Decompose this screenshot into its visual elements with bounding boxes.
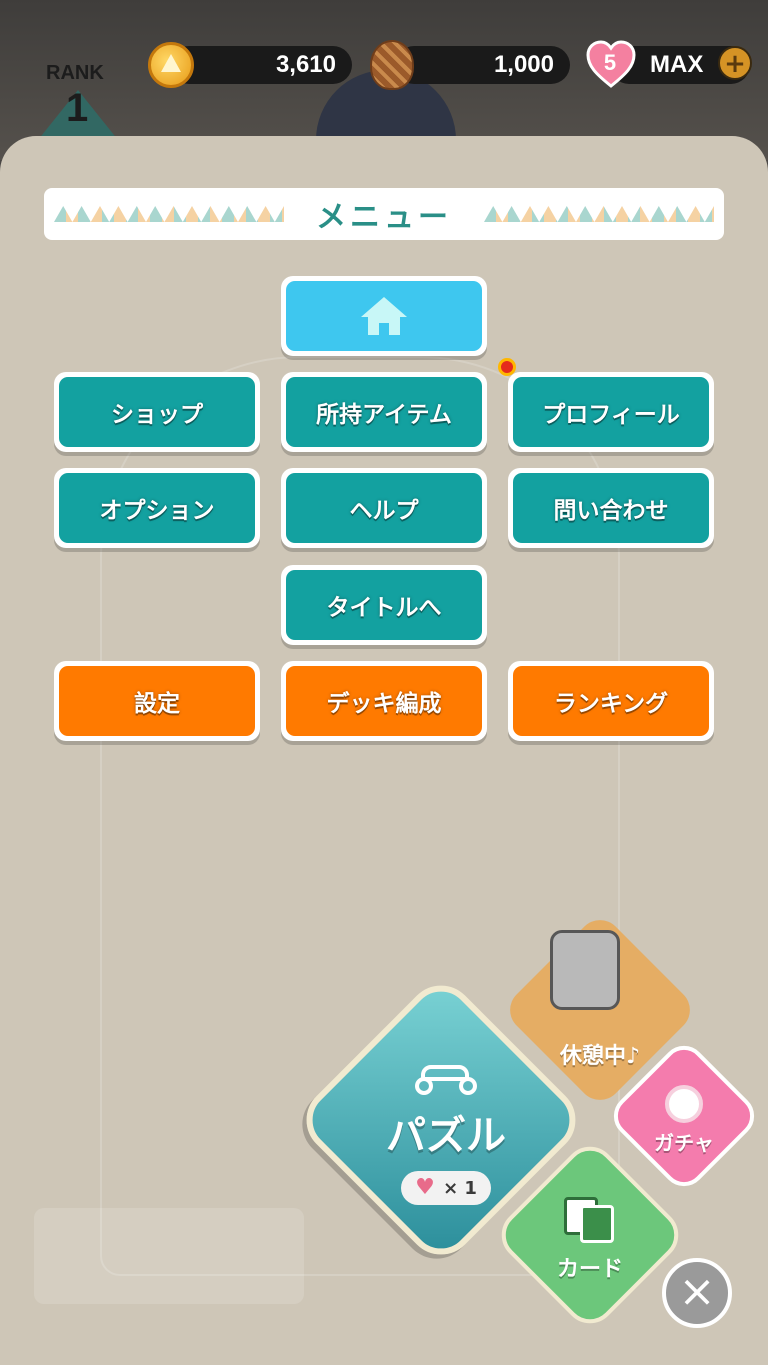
cards-icon	[560, 1197, 620, 1243]
contact-button-label: 問い合わせ	[513, 473, 709, 543]
rank-badge: RANK 1	[30, 60, 126, 150]
deck-button-label: デッキ編成	[286, 666, 482, 736]
faded-background-thumbnail	[34, 1208, 304, 1304]
close-menu-button[interactable]: ×	[662, 1258, 732, 1328]
card-button[interactable]: カード	[510, 1180, 670, 1300]
gacha-label: ガチャ	[654, 1130, 714, 1155]
add-hearts-button[interactable]: +	[718, 46, 752, 80]
coin-counter: 3,610	[170, 46, 352, 84]
card-label: カード	[556, 1257, 623, 1282]
pinecone-amount: 1,000	[493, 51, 554, 78]
title-decoration-right	[484, 206, 714, 222]
puzzle-cost: ♥ × 1	[401, 1171, 491, 1205]
heart-cost-icon: ♥	[415, 1175, 435, 1200]
contact-button[interactable]: 問い合わせ	[508, 468, 714, 548]
profile-button[interactable]: プロフィール	[508, 372, 714, 452]
items-button-label: 所持アイテム	[286, 377, 482, 447]
puzzle-cost-value: × 1	[443, 1177, 477, 1199]
items-button[interactable]: 所持アイテム	[281, 372, 487, 452]
menu-title: メニュー	[306, 192, 462, 236]
menu-title-bar: メニュー	[44, 188, 724, 240]
help-button-label: ヘルプ	[286, 473, 482, 543]
heart-status: MAX	[650, 51, 704, 78]
rest-label: 休憩中♪	[559, 1044, 641, 1069]
notification-dot	[498, 358, 516, 376]
profile-button-label: プロフィール	[513, 377, 709, 447]
rank-label: RANK	[46, 62, 104, 84]
title-decoration-left	[54, 206, 284, 222]
shop-button-label: ショップ	[59, 377, 255, 447]
options-button-label: オプション	[59, 473, 255, 543]
ranking-button[interactable]: ランキング	[508, 661, 714, 741]
shop-button[interactable]: ショップ	[54, 372, 260, 452]
heart-count: 5	[603, 50, 617, 75]
coin-amount: 3,610	[275, 51, 336, 78]
home-icon	[361, 297, 407, 335]
settings-button[interactable]: 設定	[54, 661, 260, 741]
coin-icon	[148, 42, 194, 88]
ranking-button-label: ランキング	[513, 666, 709, 736]
gacha-button[interactable]: ガチャ	[620, 1070, 748, 1170]
pinecone-icon	[370, 40, 414, 90]
camp-chair-icon	[550, 930, 620, 1010]
home-button[interactable]	[281, 276, 487, 356]
help-button[interactable]: ヘルプ	[281, 468, 487, 548]
settings-button-label: 設定	[59, 666, 255, 736]
puzzle-label: パズル	[386, 1113, 506, 1159]
deck-button[interactable]: デッキ編成	[281, 661, 487, 741]
options-button[interactable]: オプション	[54, 468, 260, 548]
heart-icon: 5	[586, 40, 636, 88]
rank-value: 1	[66, 86, 89, 130]
capsule-icon	[665, 1084, 703, 1123]
to-title-button[interactable]: タイトルへ	[281, 565, 487, 645]
pinecone-counter: 1,000	[395, 46, 570, 84]
to-title-button-label: タイトルへ	[286, 570, 482, 640]
scooter-icon	[411, 1055, 481, 1095]
